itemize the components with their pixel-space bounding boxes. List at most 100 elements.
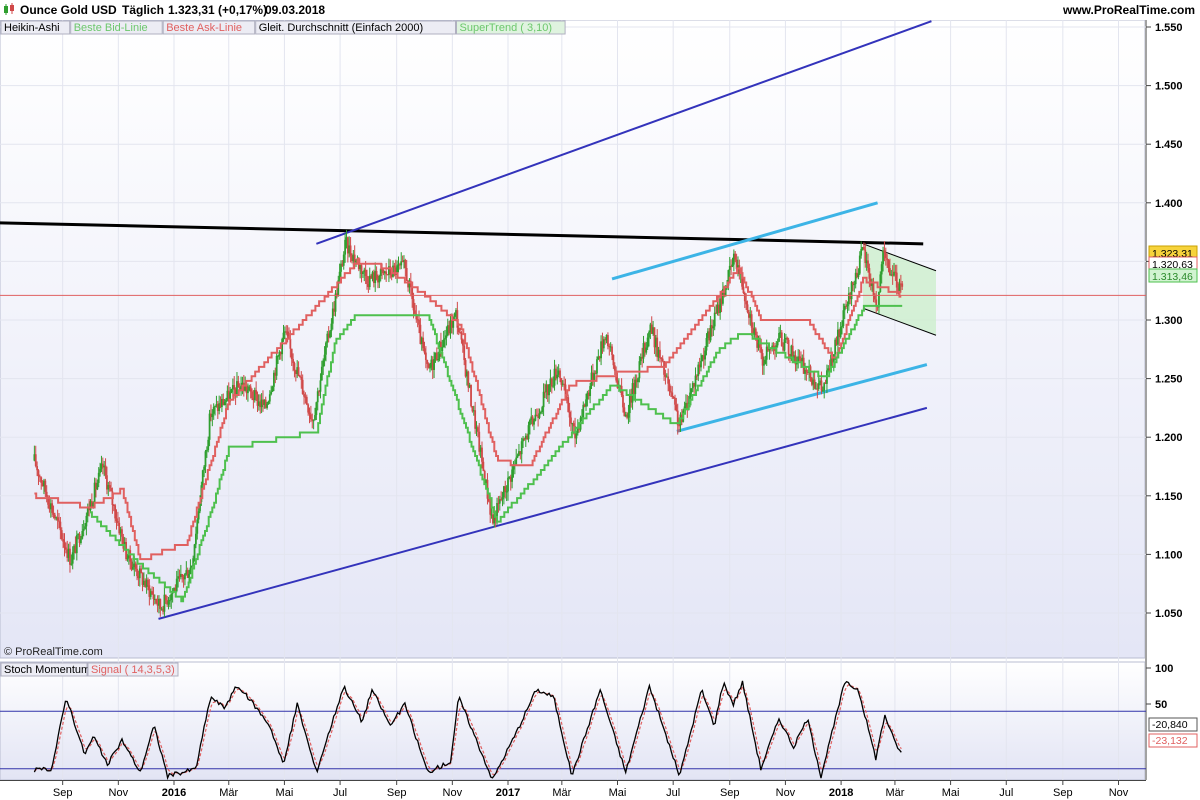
candle-body <box>674 397 676 405</box>
candle-body <box>612 354 615 366</box>
candle-body <box>427 363 430 368</box>
candle-body <box>155 598 158 604</box>
candle-body <box>34 454 37 467</box>
osc-signal-label: Signal ( 14,3,5,3) <box>91 664 175 676</box>
candle-body <box>40 477 43 483</box>
candle-body <box>423 348 426 353</box>
candle-body <box>237 381 240 388</box>
candle-body <box>45 491 48 497</box>
candle-body <box>115 518 118 522</box>
candle-body <box>867 260 869 269</box>
candle-body <box>275 355 278 376</box>
candle-body <box>75 535 78 554</box>
osc-tick-label: 50 <box>1155 699 1167 711</box>
candle-body <box>731 264 734 267</box>
legend-item[interactable]: Heikin-Ashi <box>4 22 60 34</box>
candle-body <box>85 515 88 527</box>
candle-body <box>445 335 448 338</box>
candle-body <box>271 386 274 392</box>
candle-body <box>470 385 472 407</box>
candle-body <box>329 331 331 338</box>
candle-body <box>568 411 571 418</box>
candle-body <box>754 328 757 336</box>
candle-body <box>58 520 60 522</box>
candle-body <box>879 274 882 292</box>
legend-item[interactable]: Beste Ask-Linie <box>166 22 242 34</box>
candle-body <box>136 568 138 577</box>
candle-body <box>858 255 861 274</box>
candle-body <box>887 260 890 269</box>
candle-body <box>375 270 378 279</box>
time-tick-label: Sep <box>53 787 73 799</box>
candle-body <box>552 385 555 387</box>
legend-item[interactable]: SuperTrend ( 3,10) <box>460 22 553 34</box>
candle-body <box>62 539 65 542</box>
price-tick-label: 1.300 <box>1155 315 1183 327</box>
candle-body <box>842 310 845 326</box>
candle-body <box>305 396 308 405</box>
candle-body <box>196 519 199 534</box>
candle-body <box>82 529 85 531</box>
time-tick-label: Mär <box>552 787 571 799</box>
legend-item[interactable]: Gleit. Durchschnitt (Einfach 2000) <box>259 22 423 34</box>
candle-body <box>189 567 192 574</box>
candle-body <box>895 272 898 288</box>
candle-body <box>572 423 575 427</box>
candle-body <box>646 337 649 348</box>
brand-link[interactable]: www.ProRealTime.com <box>1063 3 1195 17</box>
candle-body <box>104 465 107 476</box>
candle-body <box>51 503 54 513</box>
candle-body <box>323 354 326 361</box>
candle-body <box>622 395 624 408</box>
candle-body <box>270 391 273 395</box>
price-tick-label: 1.150 <box>1155 491 1183 503</box>
header-bar: Ounce Gold USD Täglich 1.323,31 (+0,17%)… <box>0 0 1200 20</box>
candle-body <box>299 375 301 377</box>
candle-body <box>277 355 279 357</box>
candle-body <box>378 275 381 283</box>
price-tick-label: 1.100 <box>1155 549 1183 561</box>
candle-body <box>672 396 675 398</box>
time-tick-label: Nov <box>109 787 129 799</box>
candle-body <box>659 349 661 359</box>
candle-body <box>596 359 598 374</box>
candle-body <box>70 563 73 565</box>
candle-body <box>364 269 367 276</box>
time-tick-label: Sep <box>1053 787 1073 799</box>
candle-body <box>883 250 886 253</box>
osc-tick-label: 100 <box>1155 663 1173 675</box>
candle-body <box>190 565 193 568</box>
candle-body <box>886 258 889 261</box>
legend-item[interactable]: Beste Bid-Linie <box>74 22 148 34</box>
candle-body <box>798 356 801 359</box>
instrument-title: Ounce Gold USD <box>20 3 117 17</box>
candle-body <box>690 388 693 393</box>
candle-body <box>292 359 294 364</box>
candle-body <box>476 427 479 432</box>
candle-body <box>251 391 253 399</box>
candle-body <box>487 498 490 502</box>
candle-body <box>64 547 67 550</box>
candle-body <box>69 548 71 565</box>
time-tick-label: Sep <box>387 787 407 799</box>
candle-body <box>268 394 271 402</box>
candle-body <box>482 461 485 471</box>
candle-body <box>535 414 538 417</box>
candle-body <box>515 457 518 465</box>
candle-body <box>344 239 347 255</box>
candle-body <box>325 342 327 355</box>
candle-body <box>84 526 86 530</box>
candle-body <box>760 347 763 354</box>
candle-body <box>613 365 616 371</box>
candle-body <box>60 530 63 540</box>
chart-canvas[interactable]: Stoch Momentum Signal ( 14,3,5,3) 50 100 -20… <box>0 0 1200 800</box>
candle-body <box>320 366 323 381</box>
candle-body <box>247 390 249 394</box>
price-tick-label: 1.450 <box>1155 139 1183 151</box>
candle-body <box>404 260 407 268</box>
candle-body <box>527 425 530 440</box>
candle-body <box>764 359 767 364</box>
candle-body <box>783 339 786 351</box>
candle-body <box>96 482 99 490</box>
candle-body <box>872 282 875 295</box>
